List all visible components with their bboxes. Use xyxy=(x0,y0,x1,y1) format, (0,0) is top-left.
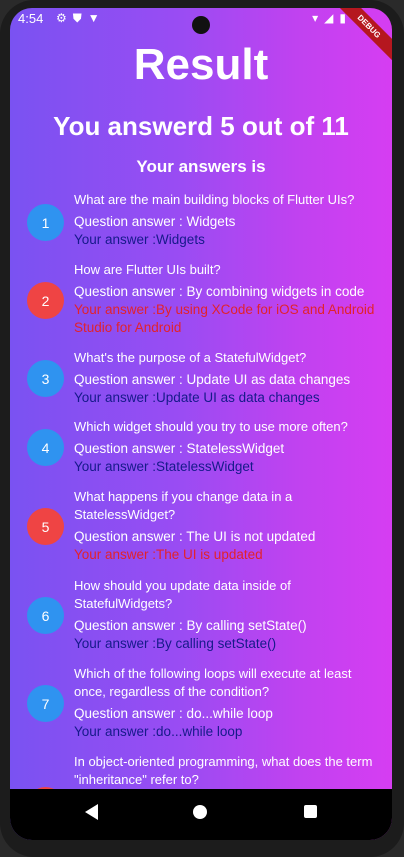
question-number-badge: 5 xyxy=(27,508,64,545)
home-icon[interactable] xyxy=(193,805,207,819)
question-text: What happens if you change data in a Sta… xyxy=(74,489,293,522)
question-text: What's the purpose of a StatefulWidget? xyxy=(74,350,307,365)
score-summary: You answerd 5 out of 11 xyxy=(53,111,349,141)
question-text: Which of the following loops will execut… xyxy=(74,666,352,699)
question-number-badge: 3 xyxy=(27,360,64,397)
your-answer-text: Your answer :do...while loop xyxy=(74,724,243,739)
correct-answer-text: Question answer : StatelessWidget xyxy=(74,441,285,456)
question-text: In object-oriented programming, what doe… xyxy=(74,754,373,787)
question-number-badge: 1 xyxy=(27,204,64,241)
question-number-badge: 7 xyxy=(27,685,64,722)
page-title: Result xyxy=(133,40,269,89)
question-number-badge: 6 xyxy=(27,597,64,634)
correct-answer-text: Question answer : Update UI as data chan… xyxy=(74,372,351,387)
question-text: What are the main building blocks of Flu… xyxy=(74,192,355,207)
question-text: Which widget should you try to use more … xyxy=(74,419,348,434)
system-nav-bar xyxy=(10,789,392,840)
signal-icon: ◢ xyxy=(324,11,334,25)
question-text: How should you update data inside of Sta… xyxy=(74,578,291,611)
settings-icon: ⚙ xyxy=(56,11,67,25)
your-answer-text: Your answer :Widgets xyxy=(74,232,205,247)
your-answer-text: Your answer :StatelessWidget xyxy=(74,459,254,474)
question-text: How are Flutter UIs built? xyxy=(74,262,221,277)
your-answer-text: Your answer :By using XCode for iOS and … xyxy=(74,302,375,335)
your-answer-text: Your answer :By calling setState() xyxy=(74,636,277,651)
shield-icon: ⛊ xyxy=(72,11,82,25)
question-number-badge: 2 xyxy=(27,282,64,319)
correct-answer-text: Question answer : Widgets xyxy=(74,214,236,229)
status-time: 4:54 xyxy=(18,11,44,26)
correct-answer-text: Question answer : do...while loop xyxy=(74,706,273,721)
your-answer-text: Your answer :The UI is updated xyxy=(74,547,263,562)
camera-cutout xyxy=(192,16,210,34)
correct-answer-text: Question answer : By calling setState() xyxy=(74,618,307,633)
download-icon: ▼ xyxy=(87,11,100,25)
your-answer-text: Your answer :Update UI as data changes xyxy=(74,390,320,405)
correct-answer-text: Question answer : The UI is not updated xyxy=(74,529,316,544)
correct-answer-text: Question answer : By combining widgets i… xyxy=(74,284,365,299)
wifi-icon: ▾ xyxy=(312,11,319,25)
question-number-badge: 4 xyxy=(27,429,64,466)
back-icon[interactable] xyxy=(85,804,98,820)
app-screen: 4:54 ⚙ ⛊ ▼ ▾ ◢ ▮ DEBUG Result You answer… xyxy=(10,8,392,840)
phone-frame: 4:54 ⚙ ⛊ ▼ ▾ ◢ ▮ DEBUG Result You answer… xyxy=(0,0,404,857)
status-bar: 4:54 ⚙ ⛊ ▼ ▾ ◢ ▮ DEBUG xyxy=(10,8,392,64)
recent-apps-icon[interactable] xyxy=(304,805,317,818)
answers-heading: Your answers is xyxy=(136,157,266,176)
